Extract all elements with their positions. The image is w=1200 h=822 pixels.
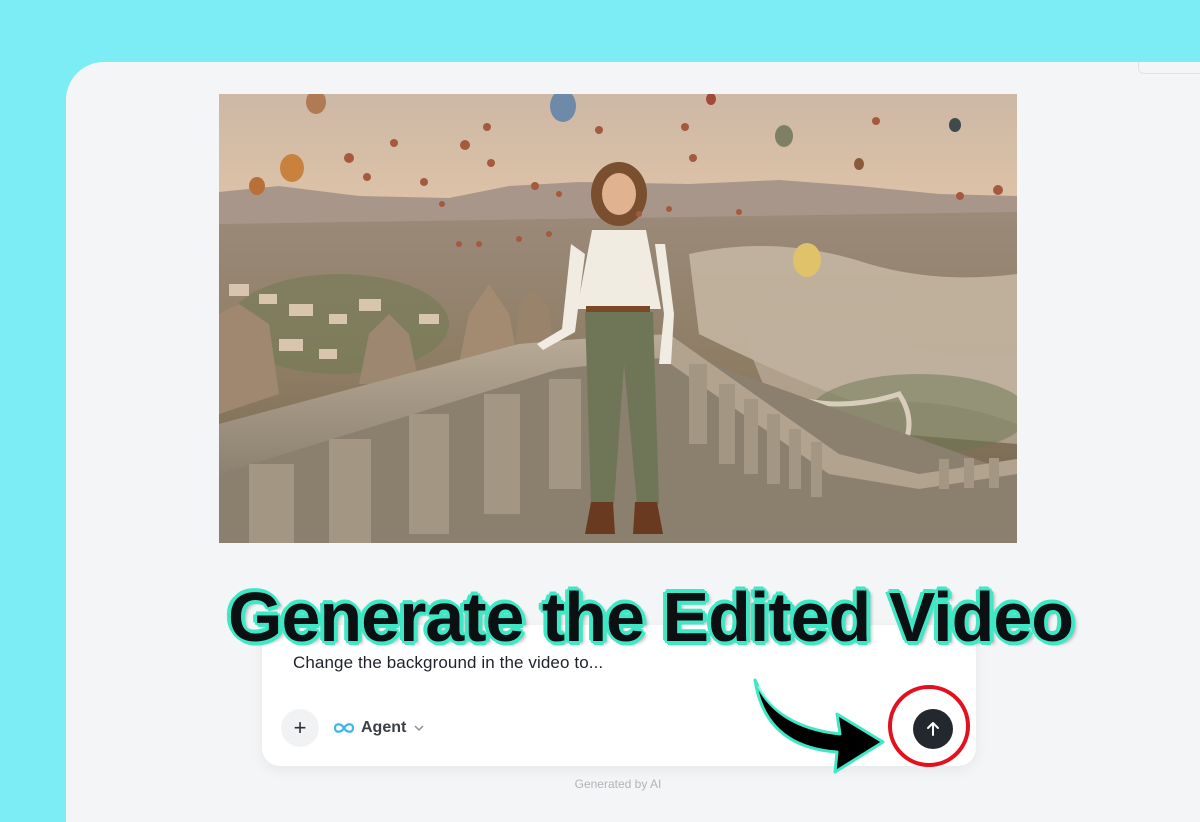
pointer-arrow-icon bbox=[753, 678, 885, 774]
cappadocia-scene-image bbox=[219, 94, 1017, 543]
agent-mode-dropdown[interactable]: Agent bbox=[333, 716, 424, 740]
ai-disclaimer: Generated by AI bbox=[574, 777, 662, 791]
agent-label: Agent bbox=[361, 719, 407, 736]
add-attachment-button[interactable]: + bbox=[281, 709, 319, 747]
send-highlight-ring bbox=[888, 685, 970, 767]
chevron-down-icon bbox=[414, 724, 424, 731]
headline-caption: Generate the Edited Video bbox=[228, 578, 1074, 656]
video-preview bbox=[219, 94, 1017, 543]
infinity-icon bbox=[333, 723, 355, 733]
plus-icon: + bbox=[293, 715, 307, 740]
window-corner-tab bbox=[1138, 62, 1200, 74]
